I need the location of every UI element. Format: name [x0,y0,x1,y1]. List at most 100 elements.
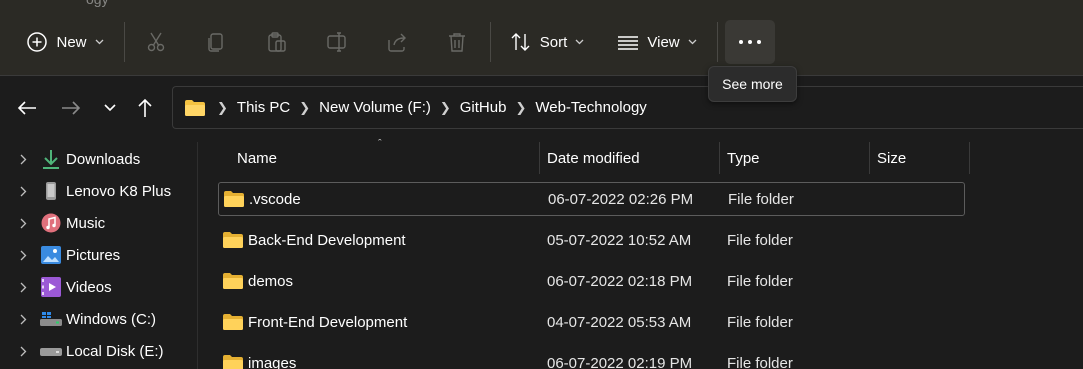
drive-icon [40,340,62,362]
sort-button[interactable]: Sort [504,20,590,64]
file-name-cell: demos [223,264,293,298]
chevron-down-icon [575,39,584,45]
column-header-date-modified[interactable]: Date modified [547,142,640,174]
sidebar-item-label: Downloads [66,150,141,168]
file-type: File folder [727,354,793,369]
breadcrumb-chevron-icon: ❯ [217,99,228,115]
file-type: File folder [727,313,793,331]
share-button[interactable] [381,20,413,64]
file-type: File folder [728,190,794,208]
breadcrumb-this-pc[interactable]: This PC [237,99,290,116]
view-label: View [647,33,680,51]
column-header-name[interactable]: Name [237,142,277,174]
file-row[interactable]: Back-End Development 05-07-2022 10:52 AM… [218,223,965,257]
view-icon [617,31,639,53]
sidebar-item-downloads[interactable]: Downloads [0,145,190,173]
see-more-tooltip: See more [708,66,797,102]
download-icon [40,148,62,170]
column-divider[interactable] [539,142,540,174]
file-name-cell: Front-End Development [223,305,407,339]
sidebar-item-label: Windows (C:) [66,310,157,328]
folder-icon [223,355,243,369]
sidebar-item-label: Pictures [66,246,121,264]
navigation-pane: Downloads Lenovo K8 Plus Music Pictures … [0,142,198,369]
file-name: demos [248,272,294,290]
file-row[interactable]: .vscode 06-07-2022 02:26 PM File folder [218,182,965,216]
expand-chevron-icon[interactable] [20,250,32,261]
delete-button[interactable] [441,20,473,64]
delete-icon [446,31,468,53]
sidebar-item-pictures[interactable]: Pictures [0,241,190,269]
cut-button[interactable] [140,20,172,64]
file-type: File folder [727,272,793,290]
rename-button[interactable] [321,20,353,64]
file-row[interactable]: Front-End Development 04-07-2022 05:53 A… [218,305,965,339]
paste-button[interactable] [261,20,293,64]
file-name: .vscode [249,190,301,208]
file-row[interactable]: images 06-07-2022 02:19 PM File folder [218,346,965,369]
folder-icon [223,314,243,330]
sort-icon [510,31,532,53]
cut-icon [145,31,167,53]
recent-locations-chevron-icon[interactable] [97,95,123,121]
breadcrumb-chevron-icon: ❯ [515,99,527,115]
column-divider[interactable] [869,142,870,174]
sidebar-item-lenovo-k8-plus[interactable]: Lenovo K8 Plus [0,177,190,205]
new-button[interactable]: New [22,20,108,64]
breadcrumb-github[interactable]: GitHub [460,99,507,116]
sidebar-item-label: Local Disk (E:) [66,342,164,360]
sidebar-item-windows-c[interactable]: Windows (C:) [0,305,190,333]
pane-divider [197,142,198,369]
file-name: Front-End Development [248,313,408,331]
sidebar-item-label: Lenovo K8 Plus [66,182,172,200]
file-name-cell: images [223,346,296,369]
expand-chevron-icon[interactable] [20,154,32,165]
expand-chevron-icon[interactable] [20,346,32,357]
file-name: Back-End Development [248,231,406,249]
file-name-cell: .vscode [224,183,301,215]
sort-ascending-caret-icon: ˆ [378,138,382,150]
column-header-size[interactable]: Size [877,142,906,174]
see-more-button[interactable] [725,20,775,64]
toolbar-divider [490,22,491,62]
back-arrow-icon[interactable] [14,95,40,121]
window-title-fragment: ogy [86,0,109,7]
share-icon [386,31,408,53]
sidebar-item-label: Music [66,214,106,232]
file-row[interactable]: demos 06-07-2022 02:18 PM File folder [218,264,965,298]
music-icon [40,212,62,234]
copy-icon [205,31,227,53]
toolbar-divider [124,22,125,62]
command-bar: ogy New [0,0,1083,76]
up-arrow-icon[interactable] [132,95,158,121]
breadcrumb-new-volume[interactable]: New Volume (F:) [319,99,431,116]
file-name-cell: Back-End Development [223,223,406,257]
file-date-modified: 06-07-2022 02:18 PM [547,272,693,290]
phone-icon [40,180,62,202]
file-date-modified: 05-07-2022 10:52 AM [547,231,692,249]
new-label: New [56,33,87,51]
copy-button[interactable] [200,20,232,64]
breadcrumb-chevron-icon: ❯ [439,99,451,115]
expand-chevron-icon[interactable] [20,218,32,229]
sidebar-item-local-disk-e[interactable]: Local Disk (E:) [0,337,190,365]
column-divider[interactable] [719,142,720,174]
expand-chevron-icon[interactable] [20,282,32,293]
drive-icon [40,308,62,330]
column-divider[interactable] [969,142,970,174]
address-bar[interactable]: ❯ This PC ❯ New Volume (F:) ❯ GitHub ❯ W… [172,86,1083,129]
breadcrumb-web-technology[interactable]: Web-Technology [535,99,646,116]
forward-arrow-icon[interactable] [58,95,84,121]
file-date-modified: 04-07-2022 05:53 AM [547,313,692,331]
folder-icon [223,232,243,248]
sidebar-item-videos[interactable]: Videos [0,273,190,301]
sidebar-item-music[interactable]: Music [0,209,190,237]
column-header-type[interactable]: Type [727,142,760,174]
folder-icon [223,273,243,289]
expand-chevron-icon[interactable] [20,186,32,197]
folder-icon [224,191,244,207]
expand-chevron-icon[interactable] [20,314,32,325]
breadcrumb-chevron-icon: ❯ [299,99,311,115]
chevron-down-icon [95,39,104,45]
view-button[interactable]: View [612,20,702,64]
